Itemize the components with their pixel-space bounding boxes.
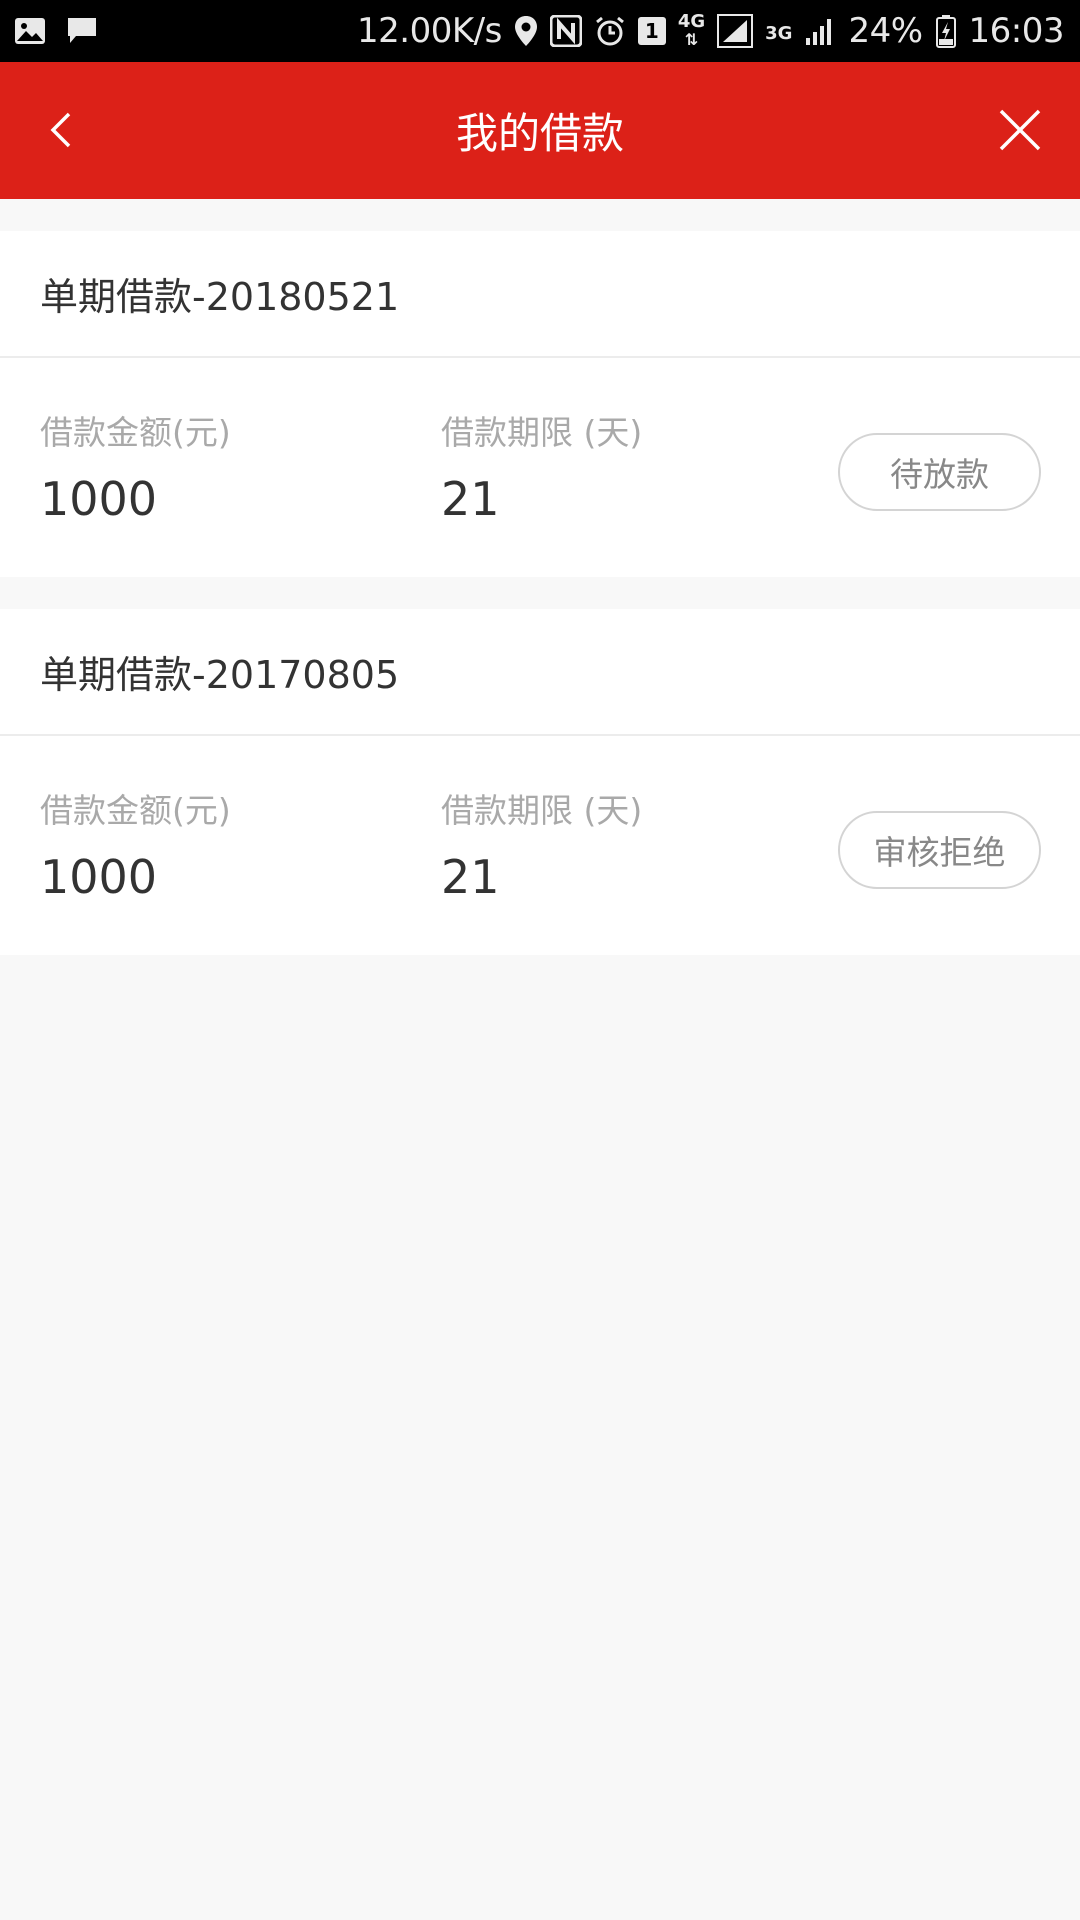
term-value: 21 <box>441 850 500 904</box>
amount-field: 借款金额(元) 1000 <box>40 784 231 904</box>
term-field: 借款期限 (天) 21 <box>441 784 642 904</box>
network-speed: 12.00K/s <box>357 11 502 51</box>
nav-bar: 我的借款 <box>0 62 1080 199</box>
term-label: 借款期限 (天) <box>441 791 643 830</box>
close-button[interactable] <box>990 100 1050 160</box>
battery-charging-icon <box>935 14 957 48</box>
amount-label: 借款金额(元) <box>40 413 231 452</box>
amount-value: 1000 <box>40 472 158 526</box>
status-bar: 12.00K/s 1 4G ⇅ 3G 24% 16:03 <box>0 0 1080 62</box>
page-title: 我的借款 <box>455 109 624 158</box>
status-badge[interactable]: 待放款 <box>838 433 1041 511</box>
loan-name: 单期借款-20180521 <box>0 231 1080 358</box>
amount-field: 借款金额(元) 1000 <box>40 406 231 526</box>
status-badge[interactable]: 审核拒绝 <box>838 811 1041 889</box>
nfc-icon <box>549 15 582 47</box>
loan-name: 单期借款-20170805 <box>0 609 1080 736</box>
close-icon <box>999 109 1041 151</box>
term-label: 借款期限 (天) <box>441 413 643 452</box>
gallery-icon <box>14 17 46 45</box>
loan-details: 借款金额(元) 1000 借款期限 (天) 21 待放款 <box>0 358 1080 577</box>
alarm-icon <box>594 15 626 47</box>
sim-badge: 1 <box>637 17 666 45</box>
loan-details: 借款金额(元) 1000 借款期限 (天) 21 审核拒绝 <box>0 736 1080 955</box>
battery-percent: 24% <box>848 11 923 51</box>
location-icon <box>514 15 538 47</box>
signal-icon <box>717 14 754 48</box>
term-value: 21 <box>441 472 500 526</box>
term-field: 借款期限 (天) 21 <box>441 406 642 526</box>
loan-card[interactable]: 单期借款-20170805 借款金额(元) 1000 借款期限 (天) 21 审… <box>0 609 1080 955</box>
amount-value: 1000 <box>40 850 158 904</box>
signal-icon-2 <box>804 16 836 46</box>
network-3g-label: 3G <box>765 23 793 44</box>
message-icon <box>66 16 98 46</box>
clock: 16:03 <box>968 11 1065 51</box>
network-4g-icon: 4G ⇅ <box>677 11 706 49</box>
loan-card[interactable]: 单期借款-20180521 借款金额(元) 1000 借款期限 (天) 21 待… <box>0 231 1080 577</box>
amount-label: 借款金额(元) <box>40 791 231 830</box>
